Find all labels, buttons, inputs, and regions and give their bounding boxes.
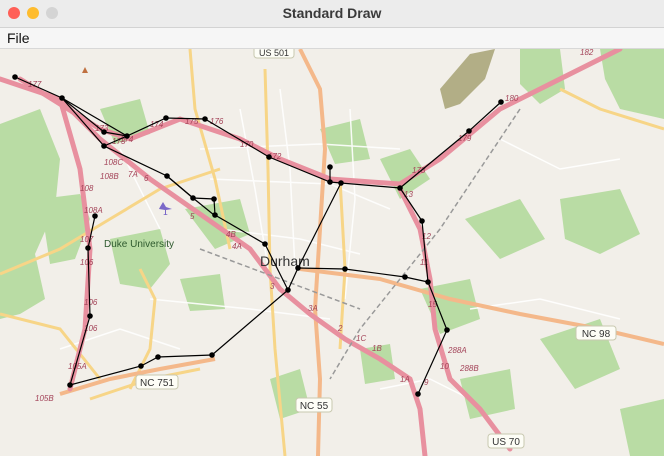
svg-text:1B: 1B: [372, 344, 382, 353]
city-label: Durham: [260, 253, 310, 269]
shield-us-501: US 501: [253, 49, 295, 59]
svg-text:10: 10: [440, 362, 449, 371]
svg-text:5: 5: [190, 212, 195, 221]
svg-text:US 70: US 70: [492, 437, 520, 448]
svg-text:108: 108: [80, 184, 94, 193]
svg-text:288A: 288A: [447, 346, 467, 355]
svg-text:106: 106: [80, 258, 94, 267]
svg-text:107: 107: [80, 235, 94, 244]
svg-text:1A: 1A: [400, 375, 410, 384]
menu-bar: File: [0, 28, 664, 49]
svg-text:180: 180: [505, 94, 519, 103]
svg-text:105B: 105B: [35, 394, 54, 403]
svg-text:11: 11: [420, 258, 428, 267]
svg-text:176: 176: [210, 117, 224, 126]
svg-text:105A: 105A: [68, 362, 87, 371]
svg-text:2: 2: [337, 324, 343, 333]
svg-text:7A: 7A: [128, 170, 138, 179]
svg-text:288B: 288B: [459, 364, 479, 373]
svg-text:US 501: US 501: [259, 49, 289, 58]
shield-us-70: US 70: [487, 433, 525, 449]
svg-text:4B: 4B: [226, 230, 236, 239]
menu-file[interactable]: File: [7, 30, 30, 46]
svg-text:182: 182: [580, 49, 594, 57]
university-label: Duke University: [104, 239, 174, 250]
svg-text:3: 3: [270, 282, 275, 291]
svg-text:1C: 1C: [356, 334, 366, 343]
window-title: Standard Draw: [282, 5, 382, 21]
app-window: Standard Draw File US 501 NC 98 NC 751 N…: [0, 0, 664, 456]
title-bar[interactable]: Standard Draw: [0, 0, 664, 28]
svg-text:NC 751: NC 751: [140, 378, 174, 389]
svg-text:3A: 3A: [308, 304, 318, 313]
svg-text:NC 98: NC 98: [582, 329, 611, 340]
svg-text:108C: 108C: [104, 158, 123, 167]
svg-text:13: 13: [404, 190, 413, 199]
shield-nc-751: NC 751: [135, 374, 179, 390]
svg-text:108B: 108B: [100, 172, 119, 181]
shield-nc-55: NC 55: [295, 397, 333, 413]
svg-text:108A: 108A: [84, 206, 103, 215]
svg-text:106: 106: [84, 298, 98, 307]
svg-text:4A: 4A: [232, 242, 242, 251]
svg-text:6: 6: [144, 174, 149, 183]
svg-text:178: 178: [412, 166, 426, 175]
shield-nc-98: NC 98: [575, 325, 617, 341]
svg-text:NC 55: NC 55: [300, 401, 329, 412]
drawing-canvas[interactable]: US 501 NC 98 NC 751 NC 55 US 70 Durham D…: [0, 49, 664, 456]
